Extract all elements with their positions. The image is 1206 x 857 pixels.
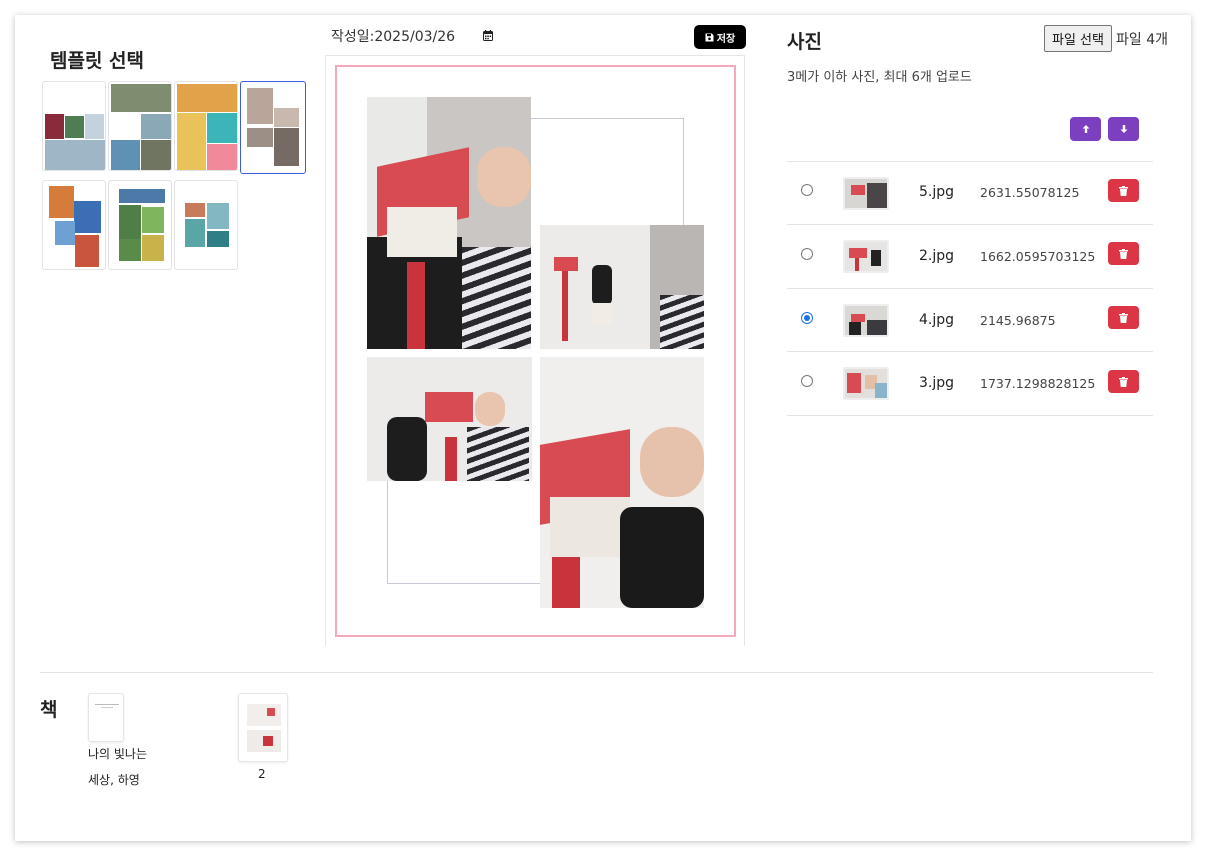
book-page-2[interactable] — [238, 693, 288, 762]
date-value: 2025/03/26 — [374, 29, 456, 45]
book-cover-page[interactable] — [88, 693, 124, 742]
template-2[interactable] — [108, 81, 172, 171]
row-filename: 2.jpg — [919, 248, 955, 264]
row-filesize: 1737.1298828125 — [980, 376, 1096, 391]
row-filesize: 1662.0595703125 — [980, 249, 1096, 264]
trash-icon — [1119, 248, 1128, 259]
canvas-photo-1[interactable] — [367, 97, 531, 349]
table-divider — [787, 415, 1153, 416]
row-select-radio[interactable] — [801, 312, 813, 324]
delete-button[interactable] — [1108, 370, 1139, 393]
template-3[interactable] — [174, 81, 238, 171]
file-select-button[interactable]: 파일 선택 — [1044, 25, 1112, 52]
template-1[interactable] — [42, 81, 106, 171]
calendar-icon[interactable] — [483, 30, 493, 41]
row-filename: 3.jpg — [919, 375, 955, 391]
template-6[interactable] — [108, 180, 172, 270]
template-5[interactable] — [42, 180, 106, 270]
table-divider — [787, 288, 1153, 289]
layout-guide-bottom — [387, 480, 541, 584]
move-down-button[interactable] — [1108, 117, 1139, 141]
row-thumbnail — [843, 177, 889, 210]
table-divider — [787, 351, 1153, 352]
book-cover-label-line1: 나의 빛나는 — [88, 747, 148, 761]
row-select-radio[interactable] — [801, 248, 813, 260]
book-cover-label: 나의 빛나는 세상, 하영 — [88, 741, 147, 793]
date-field[interactable]: 작성일:2025/03/26 — [331, 26, 455, 46]
row-thumbnail — [843, 304, 889, 337]
row-thumbnail — [843, 240, 889, 273]
table-divider — [787, 161, 1153, 162]
book-section-title: 책 — [40, 699, 58, 721]
row-select-radio[interactable] — [801, 375, 813, 387]
arrow-up-icon — [1082, 125, 1089, 133]
canvas-photo-2[interactable] — [540, 225, 704, 349]
trash-icon — [1119, 376, 1128, 387]
trash-icon — [1119, 312, 1128, 323]
trash-icon — [1119, 185, 1128, 196]
row-filesize: 2145.96875 — [980, 313, 1056, 328]
file-count-text: 파일 4개 — [1116, 32, 1168, 48]
row-select-radio[interactable] — [801, 184, 813, 196]
row-thumbnail — [843, 367, 889, 400]
row-filesize: 2631.55078125 — [980, 185, 1080, 200]
save-button[interactable]: 저장 — [694, 25, 746, 49]
template-7[interactable] — [174, 180, 238, 270]
move-up-button[interactable] — [1070, 117, 1101, 141]
arrow-down-icon — [1120, 125, 1127, 133]
save-button-label: 저장 — [716, 33, 736, 45]
delete-button[interactable] — [1108, 179, 1139, 202]
row-filename: 4.jpg — [919, 312, 955, 328]
layout-guide-top — [529, 118, 684, 226]
floppy-disk-icon — [705, 33, 714, 41]
delete-button[interactable] — [1108, 242, 1139, 265]
row-filename: 5.jpg — [919, 184, 955, 200]
section-divider — [40, 672, 1153, 673]
delete-button[interactable] — [1108, 306, 1139, 329]
photos-panel-title: 사진 — [787, 31, 822, 53]
canvas-photo-4[interactable] — [540, 357, 704, 608]
book-page-2-label: 2 — [258, 767, 266, 781]
upload-instructions: 3메가 이하 사진, 최대 6개 업로드 — [787, 70, 972, 85]
date-label: 작성일: — [331, 29, 375, 45]
template-4[interactable] — [240, 81, 306, 174]
canvas-photo-3[interactable] — [367, 357, 532, 481]
template-panel-title: 템플릿 선택 — [50, 50, 145, 72]
table-divider — [787, 224, 1153, 225]
book-cover-label-line2: 세상, 하영 — [88, 773, 140, 787]
